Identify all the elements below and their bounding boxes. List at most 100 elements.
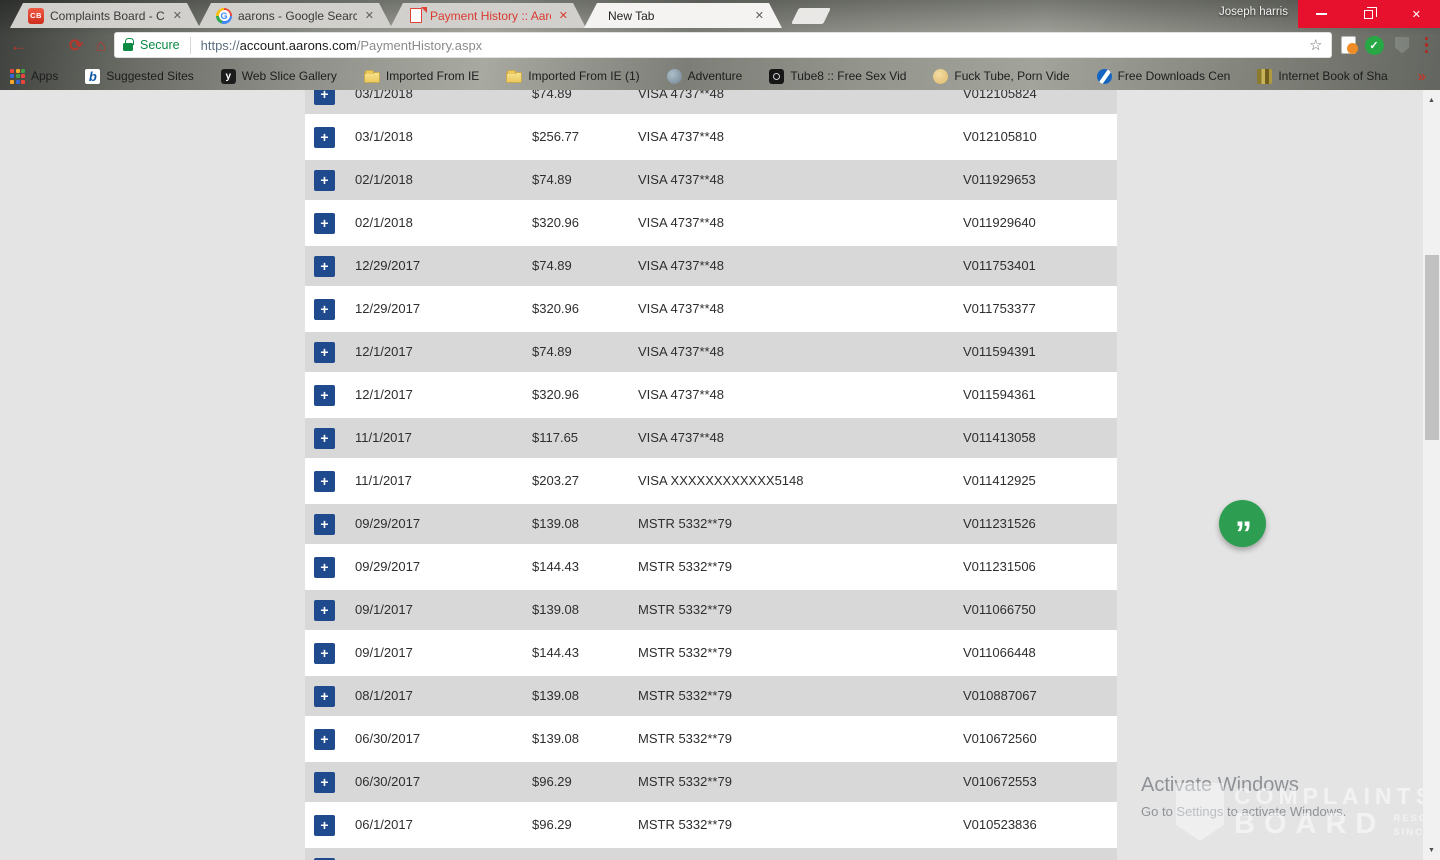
expand-row-button[interactable]: + [314, 514, 335, 535]
bookmark-item[interactable]: Apps [10, 68, 58, 84]
payment-confirmation: V011066750 [963, 602, 1036, 617]
payment-method: MSTR 5332**79 [638, 774, 732, 789]
payment-confirmation: V010672553 [963, 774, 1037, 789]
payment-confirmation: V010672560 [963, 731, 1037, 746]
bookmark-item[interactable]: Adventure [666, 68, 742, 84]
payment-row: + 03/1/2018 $74.89 VISA 4737**48 V012105… [305, 90, 1117, 114]
bookmark-label: Internet Book of Sha [1278, 69, 1388, 83]
reload-icon[interactable]: ⟳ [69, 37, 83, 54]
scroll-up-arrow-icon[interactable]: ▲ [1423, 92, 1440, 108]
shield-logo-icon [1176, 783, 1224, 841]
bookmark-item[interactable]: Internet Book of Sha [1257, 68, 1388, 84]
tab-payment-history[interactable]: Payment History :: Aaron ✕ [390, 3, 586, 28]
close-button[interactable]: ✕ [1393, 0, 1440, 28]
bookmark-item[interactable]: b Suggested Sites [85, 68, 194, 84]
tab-new-tab[interactable]: New Tab ✕ [584, 3, 782, 28]
nav-icons: ← → ⟳ ⌂ [10, 37, 114, 54]
tab-close-icon[interactable]: ✕ [557, 9, 570, 22]
scroll-down-arrow-icon[interactable]: ▼ [1423, 842, 1440, 858]
restore-button[interactable] [1345, 0, 1392, 28]
payment-amount: $139.08 [532, 602, 579, 617]
bookmark-label: Fuck Tube, Porn Vide [954, 69, 1070, 83]
expand-row-button[interactable]: + [314, 557, 335, 578]
payment-row: + 06/30/2017 $96.29 MSTR 5332**79 V01067… [305, 762, 1117, 802]
tab-complaints-board[interactable]: CB Complaints Board - Cons ✕ [10, 3, 200, 28]
expand-row-button[interactable]: + [314, 342, 335, 363]
minimize-button[interactable] [1298, 0, 1345, 28]
bookmarks-bar: Apps b Suggested Sites y Web Slice Galle… [0, 62, 1440, 90]
complaints-board-watermark: COMPLAINTS BOARD RESOLVING SINCE 2004 [1176, 783, 1440, 841]
payment-row: + 06/1/2017 $96.29 MSTR 5332**79 V010523… [305, 805, 1117, 845]
chrome-menu-icon[interactable] [1421, 35, 1433, 56]
back-icon[interactable]: ← [10, 37, 27, 54]
hangouts-chat-button[interactable]: ” [1219, 500, 1266, 551]
payment-row: + 02/1/2018 $320.96 VISA 4737**48 V01192… [305, 203, 1117, 243]
payment-date: 06/1/2017 [355, 817, 413, 832]
new-tab-button[interactable] [791, 8, 831, 24]
url-scheme: https:// [200, 37, 240, 53]
payment-amount: $117.65 [532, 430, 579, 445]
bookmark-label: Imported From IE (1) [528, 69, 640, 83]
payment-method: VISA 4737**48 [638, 258, 725, 273]
expand-row-button[interactable]: + [314, 213, 335, 234]
bookmark-item[interactable]: Tube8 :: Free Sex Vid [769, 68, 907, 84]
expand-row-button[interactable]: + [314, 815, 335, 836]
browser-chrome: CB Complaints Board - Cons ✕ aarons - Go… [0, 0, 1440, 90]
expand-row-button[interactable]: + [314, 299, 335, 320]
payment-amount: $139.08 [532, 516, 579, 531]
expand-row-button[interactable]: + [314, 170, 335, 191]
address-bar[interactable]: Secure https://account.aarons.com/Paymen… [114, 32, 1332, 58]
expand-row-button[interactable]: + [314, 471, 335, 492]
antivirus-extension-icon[interactable]: ✓ [1364, 35, 1384, 55]
expand-row-button[interactable]: + [314, 428, 335, 449]
payment-method: VISA 4737**48 [638, 215, 725, 230]
payment-history-table: + 03/1/2018 $74.89 VISA 4737**48 V012105… [305, 90, 1117, 860]
scrollbar-thumb[interactable] [1424, 255, 1439, 440]
payment-amount: $74.89 [532, 172, 572, 187]
bookmark-star-icon[interactable]: ☆ [1309, 36, 1322, 54]
expand-row-button[interactable]: + [314, 385, 335, 406]
forward-icon[interactable]: → [39, 37, 56, 54]
activate-windows-line1: Activate Windows [1141, 774, 1299, 796]
bookmark-item[interactable]: Free Downloads Cen [1096, 68, 1230, 84]
tab-close-icon[interactable]: ✕ [363, 9, 376, 22]
shield-extension-icon[interactable] [1393, 36, 1412, 55]
bookmark-item[interactable]: Fuck Tube, Porn Vide [933, 68, 1070, 84]
bookmark-item[interactable]: Imported From IE (1) [506, 69, 640, 83]
payment-method: VISA 4737**48 [638, 387, 725, 402]
expand-row-button[interactable]: + [314, 686, 335, 707]
expand-row-button[interactable]: + [314, 90, 335, 105]
payment-row: + 12/29/2017 $74.89 VISA 4737**48 V01175… [305, 246, 1117, 286]
payment-date: 06/30/2017 [355, 774, 421, 789]
notes-extension-icon[interactable] [1340, 36, 1358, 54]
home-icon[interactable]: ⌂ [96, 37, 106, 54]
payment-date: 12/29/2017 [355, 301, 421, 316]
expand-row-button[interactable]: + [314, 772, 335, 793]
payment-row: + 09/29/2017 $144.43 MSTR 5332**79 V0112… [305, 547, 1117, 587]
payment-confirmation: V010523836 [963, 817, 1037, 832]
expand-row-button[interactable]: + [314, 127, 335, 148]
tab-close-icon[interactable]: ✕ [753, 9, 766, 22]
bookmark-item[interactable]: y Web Slice Gallery [220, 68, 337, 84]
payment-row: + [305, 848, 1117, 860]
tab-close-icon[interactable]: ✕ [171, 9, 184, 22]
profile-name[interactable]: Joseph harris [1219, 6, 1288, 18]
bookmark-label: Tube8 :: Free Sex Vid [790, 69, 907, 83]
expand-row-button[interactable]: + [314, 256, 335, 277]
bookmark-item[interactable]: Imported From IE [363, 69, 479, 83]
payment-date: 03/1/2018 [355, 129, 413, 144]
payment-amount: $320.96 [532, 215, 579, 230]
expand-row-button[interactable]: + [314, 643, 335, 664]
bookmarks-overflow-chevron[interactable]: » [1418, 68, 1426, 85]
tab-title: New Tab [608, 8, 655, 23]
expand-row-button[interactable]: + [314, 729, 335, 750]
tab-google-search[interactable]: aarons - Google Search ✕ [198, 3, 392, 28]
payment-date: 09/1/2017 [355, 645, 413, 660]
payment-amount: $96.29 [532, 817, 572, 832]
tube8-icon [769, 68, 785, 84]
expand-row-button[interactable]: + [314, 600, 335, 621]
url-text[interactable]: https://account.aarons.com/PaymentHistor… [201, 38, 483, 53]
payment-method: VISA 4737**48 [638, 301, 725, 316]
page-scrollbar[interactable]: ▲ ▼ [1423, 90, 1440, 860]
payment-method: VISA 4737**48 [638, 172, 725, 187]
